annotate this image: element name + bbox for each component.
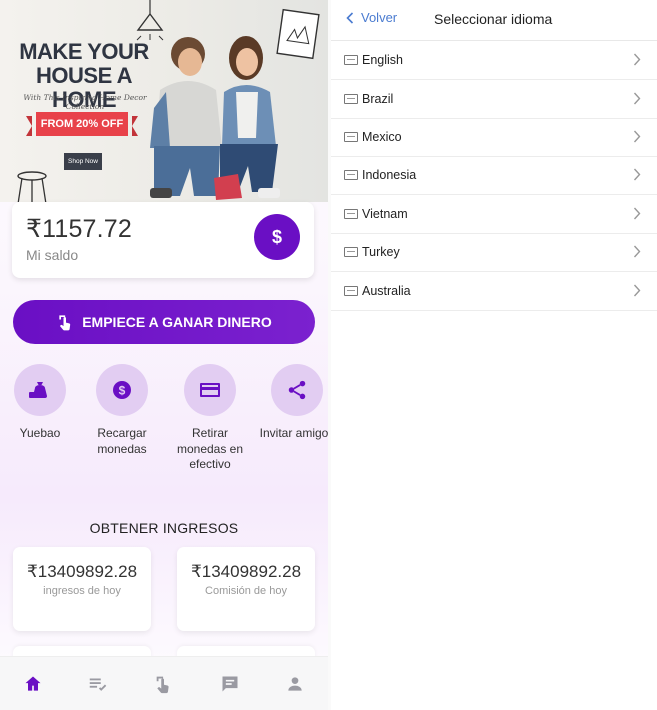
today-commission-label: Comisión de hoy [205,585,287,597]
promo-banner[interactable]: MAKE YOUR HOUSE A HOME With This Inspiri… [0,0,328,202]
nav-earn[interactable] [144,664,184,704]
bottom-navigation [0,656,328,710]
language-label: English [362,53,403,67]
chevron-right-icon [633,92,641,105]
chevron-right-icon [633,168,641,181]
home-icon [25,676,41,691]
language-screen: Volver Seleccionar idioma English Brazil… [331,0,657,710]
flag-icon [344,286,358,296]
back-label: Volver [361,10,398,25]
tap-hand-icon [59,315,71,331]
action-label: Yuebao [19,426,61,440]
today-income-label: ingresos de hoy [43,585,121,597]
chevron-right-icon [633,284,641,297]
card-icon [184,364,236,416]
language-item-vietnam[interactable]: Vietnam [331,195,657,234]
chevron-right-icon [633,53,641,66]
chevron-right-icon [633,207,641,220]
start-earning-button[interactable]: EMPIECE A GANAR DINERO [13,300,315,344]
language-header: Volver Seleccionar idioma [331,0,657,41]
language-item-mexico[interactable]: Mexico [331,118,657,157]
home-screen: MAKE YOUR HOUSE A HOME With This Inspiri… [0,0,328,710]
discount-ribbon: FROM 20% OFF [26,112,138,136]
chat-icon [222,676,238,692]
language-item-indonesia[interactable]: Indonesia [331,156,657,195]
today-commission-card: ₹13409892.28 Comisión de hoy [177,547,315,631]
language-label: Turkey [362,245,400,259]
nav-messages[interactable] [210,664,250,704]
action-label: Invitar amigos [259,426,328,440]
action-withdraw-cash[interactable]: Retirar monedas en efectivo [170,364,250,473]
action-label: Recargar monedas [97,426,147,456]
balance-card: ₹1157.72 Mi saldo $ [12,202,314,278]
nav-tasks[interactable] [78,664,118,704]
action-recharge-coins[interactable]: $ Recargar monedas [82,364,162,457]
chevron-right-icon [633,245,641,258]
flag-icon [344,247,358,257]
start-earning-label: EMPIECE A GANAR DINERO [82,314,272,330]
language-label: Brazil [362,92,394,106]
language-label: Australia [362,284,411,298]
income-section-title: OBTENER INGRESOS [89,520,239,536]
nav-home[interactable] [13,664,53,704]
language-label: Indonesia [362,168,417,182]
flag-icon [344,55,358,65]
flag-icon [344,132,358,142]
stool-illustration [17,171,47,202]
language-label: Mexico [362,130,402,144]
page-title: Seleccionar idioma [434,11,553,27]
coin-icon: $ [96,364,148,416]
picture-frame-illustration [276,8,320,60]
flag-icon [344,94,358,104]
person-icon [288,677,302,691]
language-item-turkey[interactable]: Turkey [331,233,657,272]
flag-icon [344,209,358,219]
chevron-left-icon [346,11,354,24]
chevron-right-icon [633,130,641,143]
action-label: Retirar monedas en efectivo [176,426,244,471]
today-commission-value: ₹13409892.28 [190,562,302,581]
language-item-australia[interactable]: Australia [331,272,657,311]
couple-photo [150,36,280,200]
svg-text:$: $ [119,384,126,398]
language-label: Vietnam [362,207,408,221]
money-bag-icon [14,364,66,416]
nav-profile[interactable] [275,664,315,704]
balance-amount: ₹1157.72 [26,215,133,243]
language-item-english[interactable]: English [331,41,657,80]
today-income-card: ₹13409892.28 ingresos de hoy [13,547,151,631]
task-list-icon [90,678,107,691]
today-income-value: ₹13409892.28 [26,562,138,581]
back-button[interactable]: Volver [345,10,397,25]
dollar-icon[interactable]: $ [254,214,300,260]
action-yuebao[interactable]: Yuebao [0,364,80,442]
share-icon [271,364,323,416]
tap-hand-icon [156,676,169,694]
flag-icon [344,170,358,180]
language-item-brazil[interactable]: Brazil [331,80,657,119]
shop-now-button[interactable]: Shop Now [64,153,102,170]
action-invite-friends[interactable]: Invitar amigos [257,364,328,442]
balance-label: Mi saldo [26,247,79,263]
banner-subline: With This Inspiring Home Decor Collectio… [23,93,147,111]
